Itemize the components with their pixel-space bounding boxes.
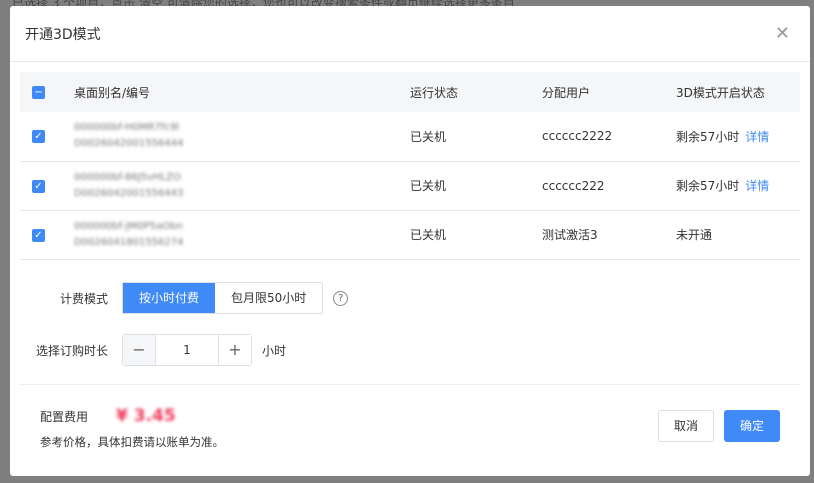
decrement-button[interactable]: − [123,335,155,365]
fee-note: 参考价格，具体扣费请以账单为准。 [40,435,224,449]
desktop-table: − 桌面别名/编号 运行状态 分配用户 3D模式开启状态 ✓ 000000bf-… [20,72,800,260]
cancel-button[interactable]: 取消 [658,410,714,442]
duration-stepper: − 1 + [122,334,252,366]
billing-monthly-option[interactable]: 包月限50小时 [215,283,322,313]
billing-mode-label: 计费模式 [59,291,108,306]
enable-3d-mode-dialog: 开通3D模式 ✕ − 桌面别名/编号 运行状态 分配用户 3D模式开启状态 ✓ … [10,6,810,476]
desktop-id: D002604180155627​4 [74,236,184,248]
desktop-alias: 000000bf-JM0P5aObn [74,220,183,232]
3d-mode-status: 剩余57小时 [676,129,740,144]
duration-input[interactable]: 1 [155,335,219,365]
desktop-alias: 000000bf-86J5vHLZO [74,171,181,183]
row-checkbox[interactable]: ✓ [32,179,45,193]
divider [20,384,800,385]
duration-unit: 小时 [262,343,287,358]
col-header-status: 运行状态 [410,72,542,112]
assigned-user: cccccc222 [542,161,676,211]
select-all-checkbox[interactable]: − [32,86,45,99]
details-link[interactable]: 详情 [745,179,769,193]
row-checkbox[interactable]: ✓ [32,130,45,144]
desktop-id: D00260420015564​44 [74,138,184,150]
col-header-3d-status: 3D模式开启状态 [676,72,800,112]
col-header-name: 桌面别名/编号 [74,72,410,112]
run-status: 已关机 [410,112,542,162]
desktop-id: D002604200155644​3 [74,187,184,199]
3d-mode-status: 剩余57小时 [676,179,740,193]
desktop-alias: 000000bf-H0MR7fc9l [74,122,180,134]
duration-label: 选择订购时长 [35,343,108,358]
assigned-user: cccccc2222 [542,112,676,162]
fee-price: ¥ 3.45 [116,406,176,426]
table-row: ✓ 000000bf-JM0P5aObn D002604180155627​4 已… [20,210,800,260]
dialog-title: 开通3D模式 [25,26,101,43]
increment-button[interactable]: + [219,335,251,365]
table-row: ✓ 000000bf-86J5vHLZO D002604200155644​3 已… [20,161,800,211]
run-status: 已关机 [410,210,542,260]
table-row: ✓ 000000bf-H0MR7fc9l D00260420015564​44 已… [20,112,800,162]
details-link[interactable]: 详情 [745,130,769,144]
run-status: 已关机 [410,161,542,211]
billing-mode-toggle: 按小时付费 包月限50小时 [122,282,324,314]
row-checkbox[interactable]: ✓ [32,228,45,242]
billing-hourly-option[interactable]: 按小时付费 [123,283,216,313]
col-header-user: 分配用户 [542,72,676,112]
close-icon[interactable]: ✕ [775,23,790,44]
assigned-user: 测试激活3 [542,210,676,260]
3d-mode-status: 未开通 [676,228,713,242]
confirm-button[interactable]: 确定 [724,410,780,442]
help-icon[interactable]: ? [333,290,349,306]
fee-label: 配置费用 [40,409,89,424]
